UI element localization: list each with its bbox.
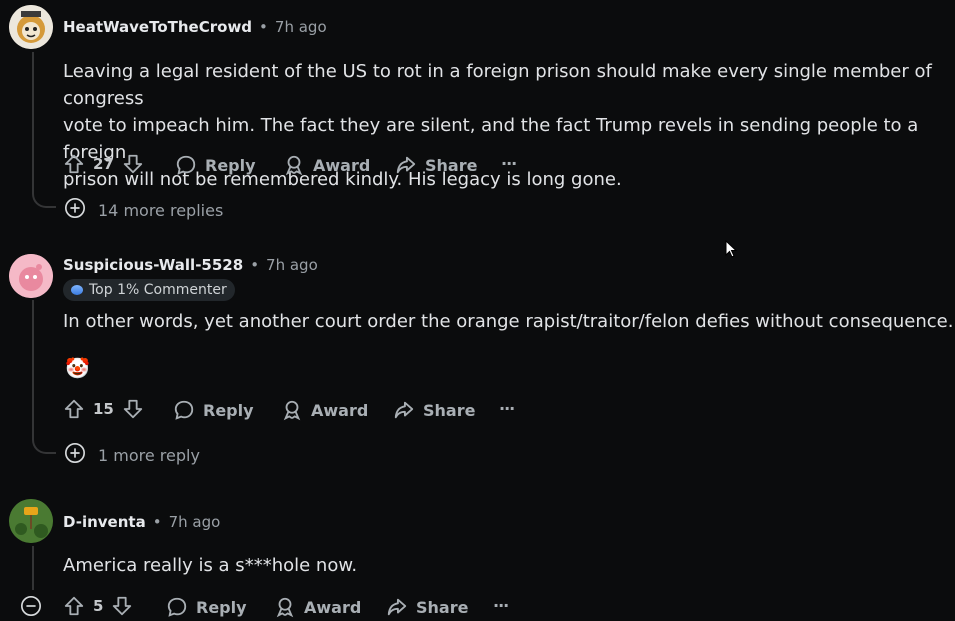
overflow-icon: ··· <box>493 596 509 615</box>
award-icon <box>283 154 305 176</box>
comment-author[interactable]: D-inventa <box>63 513 146 531</box>
reply-button[interactable]: Reply <box>173 399 254 421</box>
vote-count: 15 <box>93 400 114 418</box>
more-replies-button[interactable]: 1 more reply <box>64 442 200 468</box>
award-button[interactable]: Award <box>281 399 368 421</box>
award-label: Award <box>304 597 362 617</box>
collapse-icon <box>20 596 42 621</box>
vote-group: 27 <box>63 153 144 175</box>
avatar[interactable] <box>9 254 53 298</box>
comment-line: Leaving a legal resident of the US to ro… <box>63 61 932 109</box>
share-icon <box>395 154 417 176</box>
downvote-icon[interactable] <box>111 595 133 617</box>
downvote-icon[interactable] <box>122 398 144 420</box>
overflow-icon: ··· <box>501 154 517 173</box>
overflow-menu-button[interactable]: ··· <box>499 399 515 418</box>
comment-body: In other words, yet another court order … <box>63 308 953 335</box>
meta-separator: • <box>152 513 162 531</box>
thread-line <box>32 52 34 194</box>
reply-button[interactable]: Reply <box>175 154 256 176</box>
avatar[interactable] <box>9 499 53 543</box>
share-icon <box>393 399 415 421</box>
share-label: Share <box>416 597 469 617</box>
comment-author[interactable]: Suspicious-Wall-5528 <box>63 256 243 274</box>
more-replies-label: 1 more reply <box>98 445 200 465</box>
comment-line: America really is a s***hole now. <box>63 555 358 576</box>
thread-curve <box>32 436 56 454</box>
award-label: Award <box>313 155 371 175</box>
upvote-icon[interactable] <box>63 595 85 617</box>
reply-label: Reply <box>196 597 247 617</box>
share-label: Share <box>425 155 478 175</box>
medal-icon <box>71 285 83 295</box>
reply-button[interactable]: Reply <box>166 596 247 618</box>
comment-time: 7h ago <box>274 18 327 36</box>
vote-group: 15 <box>63 398 144 420</box>
reply-icon <box>173 399 195 421</box>
comment-body: America really is a s***hole now. <box>63 552 357 579</box>
thread-curve <box>32 190 56 208</box>
overflow-menu-button[interactable]: ··· <box>493 596 509 615</box>
share-label: Share <box>423 400 476 420</box>
share-button[interactable]: Share <box>386 596 468 618</box>
upvote-icon[interactable] <box>63 153 85 175</box>
comment-author[interactable]: HeatWaveToTheCrowd <box>63 18 252 36</box>
avatar[interactable] <box>9 5 53 49</box>
user-flair-badge: Top 1% Commenter <box>63 279 235 301</box>
cursor-icon <box>725 239 738 262</box>
comment-time: 7h ago <box>266 256 318 274</box>
meta-separator: • <box>259 18 268 36</box>
award-button[interactable]: Award <box>274 596 361 618</box>
thread-line <box>32 546 34 590</box>
overflow-menu-button[interactable]: ··· <box>501 154 517 173</box>
upvote-icon[interactable] <box>63 398 85 420</box>
vote-count: 27 <box>93 155 114 173</box>
more-replies-label: 14 more replies <box>98 200 224 220</box>
share-icon <box>386 596 408 618</box>
clown-emoji: 🤡 <box>65 356 90 380</box>
thread-line <box>32 300 34 439</box>
plus-circle-icon <box>64 197 86 223</box>
award-button[interactable]: Award <box>283 154 370 176</box>
reply-icon <box>175 154 197 176</box>
meta-separator: • <box>250 256 260 274</box>
vote-group: 5 <box>63 595 133 617</box>
share-button[interactable]: Share <box>393 399 475 421</box>
collapse-button[interactable] <box>20 595 42 621</box>
award-label: Award <box>311 400 369 420</box>
reply-icon <box>166 596 188 618</box>
more-replies-button[interactable]: 14 more replies <box>64 197 223 223</box>
downvote-icon[interactable] <box>122 153 144 175</box>
vote-count: 5 <box>93 597 104 615</box>
comment-line: In other words, yet another court order … <box>63 311 954 332</box>
comment-time: 7h ago <box>168 513 221 531</box>
plus-circle-icon <box>64 442 86 468</box>
award-icon <box>274 596 296 618</box>
overflow-icon: ··· <box>499 399 515 418</box>
reply-label: Reply <box>205 155 256 175</box>
award-icon <box>281 399 303 421</box>
share-button[interactable]: Share <box>395 154 477 176</box>
reply-label: Reply <box>203 400 254 420</box>
badge-label: Top 1% Commenter <box>89 282 227 298</box>
